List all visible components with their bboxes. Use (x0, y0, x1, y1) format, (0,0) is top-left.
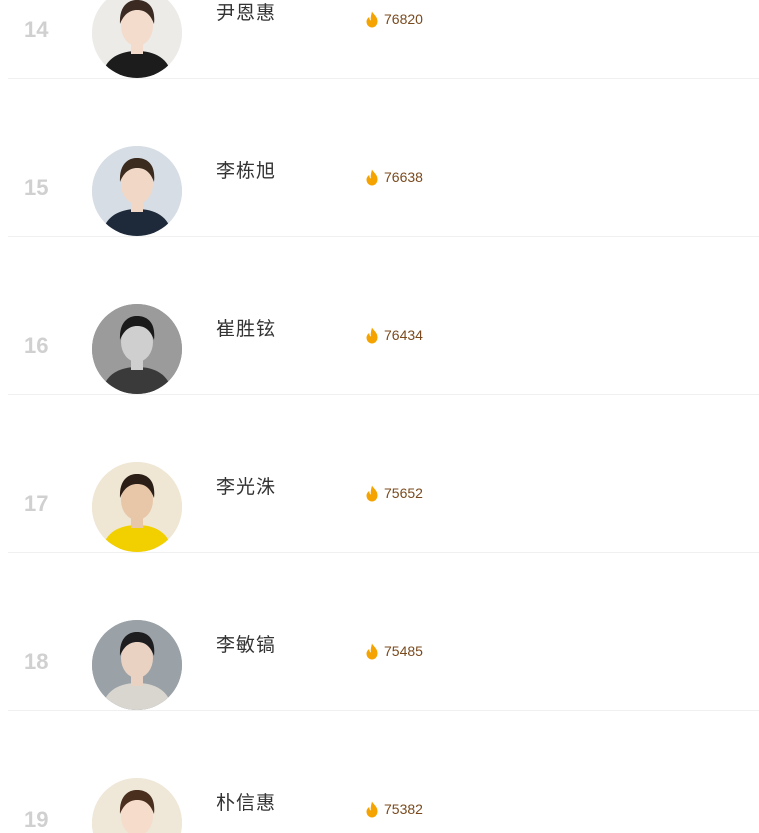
rank-number: 17 (24, 491, 49, 516)
heat-score: 76638 (365, 167, 423, 187)
person-name[interactable]: 尹恩惠 (216, 1, 276, 25)
flame-icon (365, 801, 379, 818)
heat-value: 75382 (384, 801, 423, 817)
avatar[interactable] (92, 0, 182, 78)
avatar[interactable] (92, 462, 182, 552)
rank-number: 15 (24, 175, 49, 200)
flame-icon (365, 169, 379, 186)
rank-number: 18 (24, 649, 49, 674)
avatar[interactable] (92, 778, 182, 833)
rank-number: 19 (24, 807, 49, 832)
rank-number: 16 (24, 333, 49, 358)
list-item[interactable]: 16 崔胜铉 76434 (8, 237, 759, 395)
avatar[interactable] (92, 146, 182, 236)
avatar[interactable] (92, 620, 182, 710)
heat-value: 75652 (384, 485, 423, 501)
list-item[interactable]: 15 李栋旭 76638 (8, 79, 759, 237)
heat-score: 76434 (365, 325, 423, 345)
avatar[interactable] (92, 304, 182, 394)
flame-icon (365, 11, 379, 28)
list-item[interactable]: 19 朴信惠 75382 (8, 711, 759, 833)
heat-value: 75485 (384, 643, 423, 659)
heat-score: 75382 (365, 799, 423, 819)
flame-icon (365, 643, 379, 660)
heat-score: 75652 (365, 483, 423, 503)
heat-value: 76434 (384, 327, 423, 343)
person-name[interactable]: 李敏镐 (216, 633, 276, 657)
rank-number: 14 (24, 17, 49, 42)
heat-value: 76820 (384, 11, 423, 27)
person-name[interactable]: 朴信惠 (216, 791, 276, 815)
heat-score: 75485 (365, 641, 423, 661)
person-name[interactable]: 李光洙 (216, 475, 276, 499)
ranking-viewport: 14 尹恩惠 76820 15 李栋旭 76638 16 崔胜铉 76434 1… (0, 0, 759, 833)
ranking-list: 14 尹恩惠 76820 15 李栋旭 76638 16 崔胜铉 76434 1… (8, 0, 759, 833)
flame-icon (365, 485, 379, 502)
heat-value: 76638 (384, 169, 423, 185)
list-item[interactable]: 17 李光洙 75652 (8, 395, 759, 553)
list-item[interactable]: 18 李敏镐 75485 (8, 553, 759, 711)
person-name[interactable]: 李栋旭 (216, 159, 276, 183)
list-item[interactable]: 14 尹恩惠 76820 (8, 0, 759, 79)
person-name[interactable]: 崔胜铉 (216, 317, 276, 341)
flame-icon (365, 327, 379, 344)
heat-score: 76820 (365, 9, 423, 29)
